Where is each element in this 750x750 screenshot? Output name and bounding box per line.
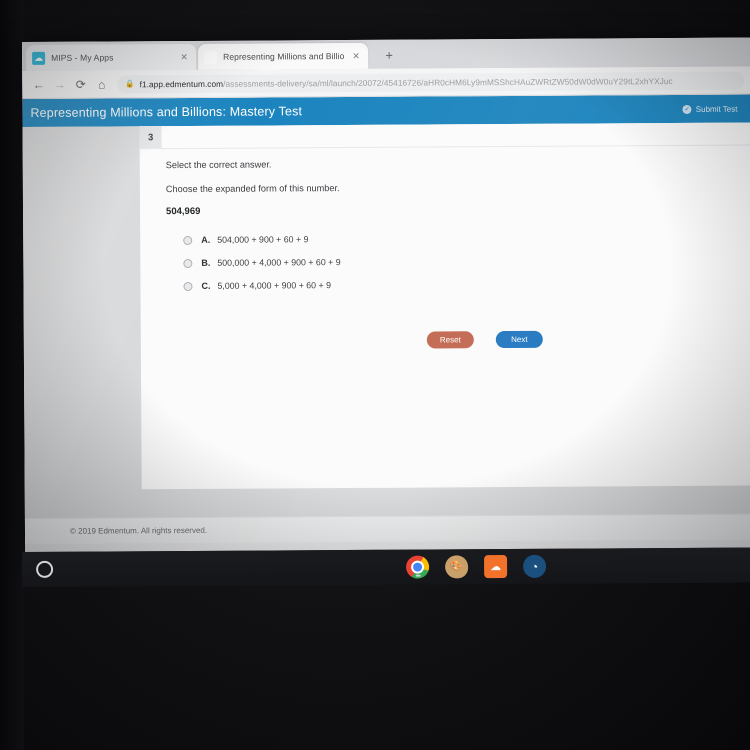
action-button-row: Reset Next <box>426 330 543 349</box>
answer-option-a[interactable]: A. 504,000 + 900 + 60 + 9 <box>166 232 731 245</box>
launcher-circle-icon[interactable] <box>36 560 54 578</box>
next-button[interactable]: Next <box>495 330 543 349</box>
page-title: Representing Millions and Billions: Mast… <box>30 104 303 120</box>
submit-test-button[interactable]: ✓ Submit Test <box>678 101 743 116</box>
answer-option-letter: C. <box>201 280 211 291</box>
question-prompt: Select the correct answer. <box>165 159 272 171</box>
answer-option-letter: B. <box>201 257 211 268</box>
running-indicator <box>415 574 421 577</box>
submit-test-label: Submit Test <box>695 104 738 114</box>
paint-palette-icon[interactable]: 🎨 <box>445 555 469 579</box>
page-footer: © 2019 Edmentum. All rights reserved. <box>24 513 750 544</box>
answer-option-letter: A. <box>201 234 211 245</box>
reload-icon[interactable]: ⟳ <box>70 74 91 95</box>
url-text: f1.app.edmentum.com/assessments-delivery… <box>140 76 673 89</box>
reset-button[interactable]: Reset <box>426 331 474 349</box>
browser-tab-strip: ☁ MIPS - My Apps ✕ e Representing Millio… <box>22 37 750 71</box>
lock-icon: 🔒 <box>125 79 135 89</box>
browser-tab-title: MIPS - My Apps <box>51 52 114 63</box>
browser-tab-edmentum[interactable]: e Representing Millions and Billio ✕ <box>198 42 369 70</box>
copyright-text: © 2019 Edmentum. All rights reserved. <box>69 525 208 536</box>
chrome-icon[interactable] <box>406 555 430 579</box>
url-host: f1.app.edmentum.com <box>139 78 224 89</box>
divider <box>139 144 750 150</box>
laptop-screen: ☁ MIPS - My Apps ✕ e Representing Millio… <box>22 37 750 552</box>
question-content: Select the correct answer. Choose the ex… <box>166 157 732 304</box>
browser-toolbar: ← → ⟳ ⌂ 🔒 f1.app.edmentum.com/assessment… <box>22 66 750 99</box>
question-stem: Choose the expanded form of this number. <box>165 183 340 195</box>
page-body: 3 Select the correct answer. Choose the … <box>22 122 750 518</box>
radio-button-icon[interactable] <box>183 235 193 245</box>
radio-button-icon[interactable] <box>183 258 193 268</box>
new-tab-button[interactable]: + <box>380 47 398 65</box>
forward-icon[interactable]: → <box>49 74 70 95</box>
answer-option-b[interactable]: B. 500,000 + 4,000 + 900 + 60 + 9 <box>166 255 731 268</box>
mips-cloud-icon: ☁ <box>32 51 46 65</box>
back-icon[interactable]: ← <box>28 74 49 95</box>
browser-tab-title: Representing Millions and Billio <box>223 51 345 62</box>
taskbar: 🎨 ☁ ◔ <box>22 547 750 587</box>
cloud-icon[interactable]: ☁ <box>484 555 508 579</box>
question-value: 504,969 <box>166 205 201 218</box>
close-icon[interactable]: ✕ <box>178 51 190 62</box>
answer-option-c[interactable]: C. 5,000 + 4,000 + 900 + 60 + 9 <box>166 278 731 291</box>
home-icon[interactable]: ⌂ <box>91 73 112 94</box>
close-icon[interactable]: ✕ <box>350 50 362 61</box>
question-number-badge: 3 <box>139 126 162 149</box>
radio-button-icon[interactable] <box>183 281 193 291</box>
address-bar[interactable]: 🔒 f1.app.edmentum.com/assessments-delive… <box>117 71 745 93</box>
answer-option-text: 504,000 + 900 + 60 + 9 <box>217 234 309 245</box>
app-header: Representing Millions and Billions: Mast… <box>22 94 750 127</box>
browser-tab-mips[interactable]: ☁ MIPS - My Apps ✕ <box>26 43 197 71</box>
url-path: /assessments-delivery/sa/ml/launch/20072… <box>223 75 673 89</box>
answer-option-text: 5,000 + 4,000 + 900 + 60 + 9 <box>217 280 332 291</box>
taskbar-icons: 🎨 ☁ ◔ <box>406 554 547 579</box>
wifi-globe-icon[interactable]: ◔ <box>523 554 547 578</box>
check-circle-icon: ✓ <box>682 104 692 114</box>
edmentum-e-icon: e <box>204 50 218 64</box>
screen-bezel-left <box>0 0 24 750</box>
answer-option-text: 500,000 + 4,000 + 900 + 60 + 9 <box>217 257 341 268</box>
question-panel: 3 Select the correct answer. Choose the … <box>139 122 750 490</box>
